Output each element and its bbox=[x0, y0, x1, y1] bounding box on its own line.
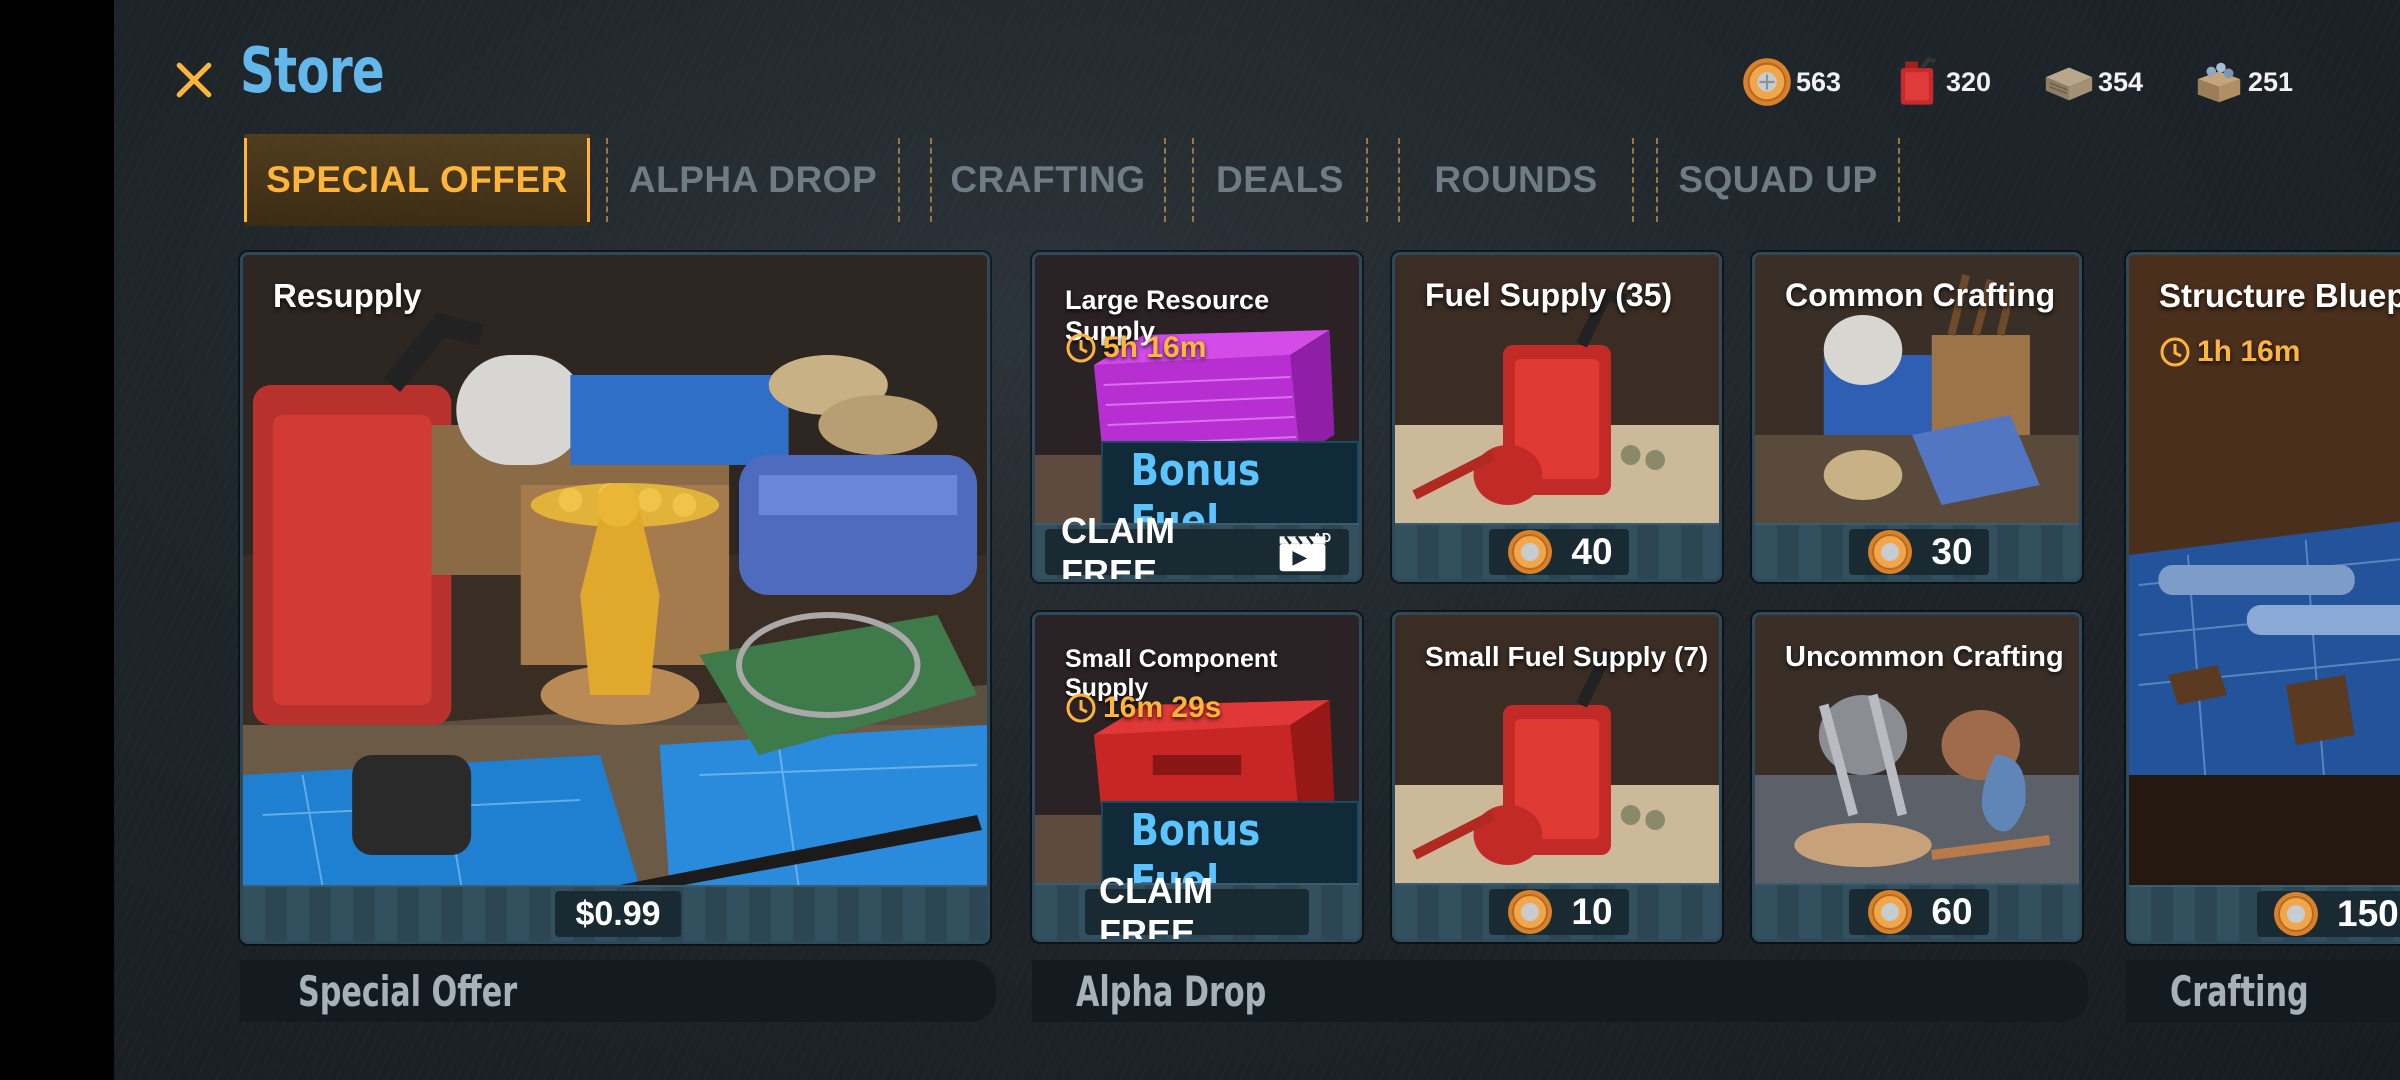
card-title: Small Fuel Supply (7) bbox=[1425, 641, 1709, 672]
price-button[interactable]: 30 bbox=[1849, 529, 1989, 575]
coin-icon bbox=[2274, 892, 2318, 936]
currency-fuel[interactable]: 320 bbox=[1890, 52, 1991, 112]
claim-free-button[interactable]: CLAIM FREE AD bbox=[1045, 510, 1349, 579]
card-title: Common Crafting bbox=[1785, 277, 2056, 313]
price-bar: $0.99 bbox=[243, 885, 987, 941]
tab-crafting[interactable]: CRAFTING bbox=[930, 134, 1166, 226]
resupply-artwork bbox=[243, 255, 987, 887]
offer-card-small-fuel-supply[interactable]: Small Fuel Supply (7) 10 bbox=[1392, 612, 1722, 942]
close-button[interactable] bbox=[166, 52, 222, 108]
offer-card-structure-blueprint[interactable]: Structure Bluep 1h 16m 150 bbox=[2126, 252, 2400, 944]
coin-icon bbox=[1508, 530, 1553, 574]
tab-deals[interactable]: DEALS bbox=[1192, 134, 1368, 226]
clock-icon bbox=[2160, 337, 2190, 367]
price-bar: 10 bbox=[1395, 883, 1719, 939]
store-screen: Store 563 320 354 251 SPECIAL OFFER ALPH… bbox=[114, 0, 2400, 1080]
section-label-alpha-drop: Alpha Drop bbox=[1032, 960, 2088, 1022]
category-tabs: SPECIAL OFFER ALPHA DROP CRAFTING DEALS … bbox=[244, 134, 2044, 226]
offer-timer: 5h 16m bbox=[1065, 331, 1206, 365]
component-crate-icon bbox=[2197, 62, 2241, 103]
coin-icon bbox=[1868, 890, 1913, 934]
tab-special-offer[interactable]: SPECIAL OFFER bbox=[244, 134, 590, 226]
offer-timer: 1h 16m bbox=[2159, 335, 2300, 369]
price-button[interactable]: $0.99 bbox=[555, 891, 681, 937]
price-button[interactable]: 10 bbox=[1489, 889, 1629, 935]
ad-badge: AD bbox=[1313, 530, 1331, 545]
currency-wood[interactable]: 354 bbox=[2042, 52, 2143, 112]
offer-timer: 16m 29s bbox=[1065, 691, 1221, 725]
price-bar: 30 bbox=[1755, 523, 2079, 579]
price-bar: 40 bbox=[1395, 523, 1719, 579]
offer-card-small-component-supply[interactable]: Small Component Supply 16m 29s Bonus Fue… bbox=[1032, 612, 1362, 942]
card-title: Fuel Supply (35) bbox=[1425, 277, 1673, 313]
fuel-can-icon bbox=[1900, 56, 1937, 105]
tab-alpha-drop[interactable]: ALPHA DROP bbox=[606, 134, 900, 226]
price-bar: 150 bbox=[2129, 885, 2400, 941]
price-bar: 60 bbox=[1755, 883, 2079, 939]
coin-icon bbox=[1868, 530, 1913, 574]
offer-card-fuel-supply[interactable]: Fuel Supply (35) 40 bbox=[1392, 252, 1722, 582]
page-title: Store bbox=[240, 34, 385, 107]
price-button[interactable]: 40 bbox=[1489, 529, 1629, 575]
coin-icon bbox=[1508, 890, 1553, 934]
offer-card-large-resource-supply[interactable]: Large Resource Supply 5h 16m Bonus Fuel … bbox=[1032, 252, 1362, 582]
app-root: Store 563 320 354 251 SPECIAL OFFER ALPH… bbox=[0, 0, 2400, 1080]
section-label-crafting: Crafting bbox=[2126, 960, 2400, 1022]
currency-coins[interactable]: 563 bbox=[1740, 52, 1841, 112]
section-label-special-offer: Special Offer bbox=[240, 960, 996, 1022]
tab-rounds[interactable]: ROUNDS bbox=[1398, 134, 1634, 226]
close-icon bbox=[176, 62, 212, 98]
offer-card-uncommon-crafting[interactable]: Uncommon Crafting 60 bbox=[1752, 612, 2082, 942]
watch-ad-icon: AD bbox=[1280, 530, 1332, 572]
offer-card-resupply[interactable]: Resupply $0.99 bbox=[240, 252, 990, 944]
card-title: Uncommon Crafting bbox=[1785, 641, 2064, 673]
clock-icon bbox=[1066, 333, 1096, 363]
price-button[interactable]: 150 bbox=[2257, 891, 2400, 937]
coin-icon bbox=[1743, 58, 1791, 106]
price-button[interactable]: 60 bbox=[1849, 889, 1989, 935]
price-bar: CLAIM FREE bbox=[1035, 870, 1359, 939]
currency-components[interactable]: 251 bbox=[2192, 52, 2293, 112]
currency-bar: 563 320 354 251 bbox=[1700, 52, 2400, 112]
tab-squad-up[interactable]: SQUAD UP bbox=[1656, 134, 1900, 226]
claim-free-button[interactable]: CLAIM FREE bbox=[1085, 870, 1309, 939]
offer-card-common-crafting[interactable]: Common Crafting 30 bbox=[1752, 252, 2082, 582]
card-title: Structure Bluep bbox=[2159, 277, 2400, 314]
price-bar: CLAIM FREE AD bbox=[1035, 510, 1359, 579]
wood-pallet-icon bbox=[2045, 67, 2093, 101]
clock-icon bbox=[1066, 693, 1096, 723]
card-title: Resupply bbox=[273, 277, 422, 314]
